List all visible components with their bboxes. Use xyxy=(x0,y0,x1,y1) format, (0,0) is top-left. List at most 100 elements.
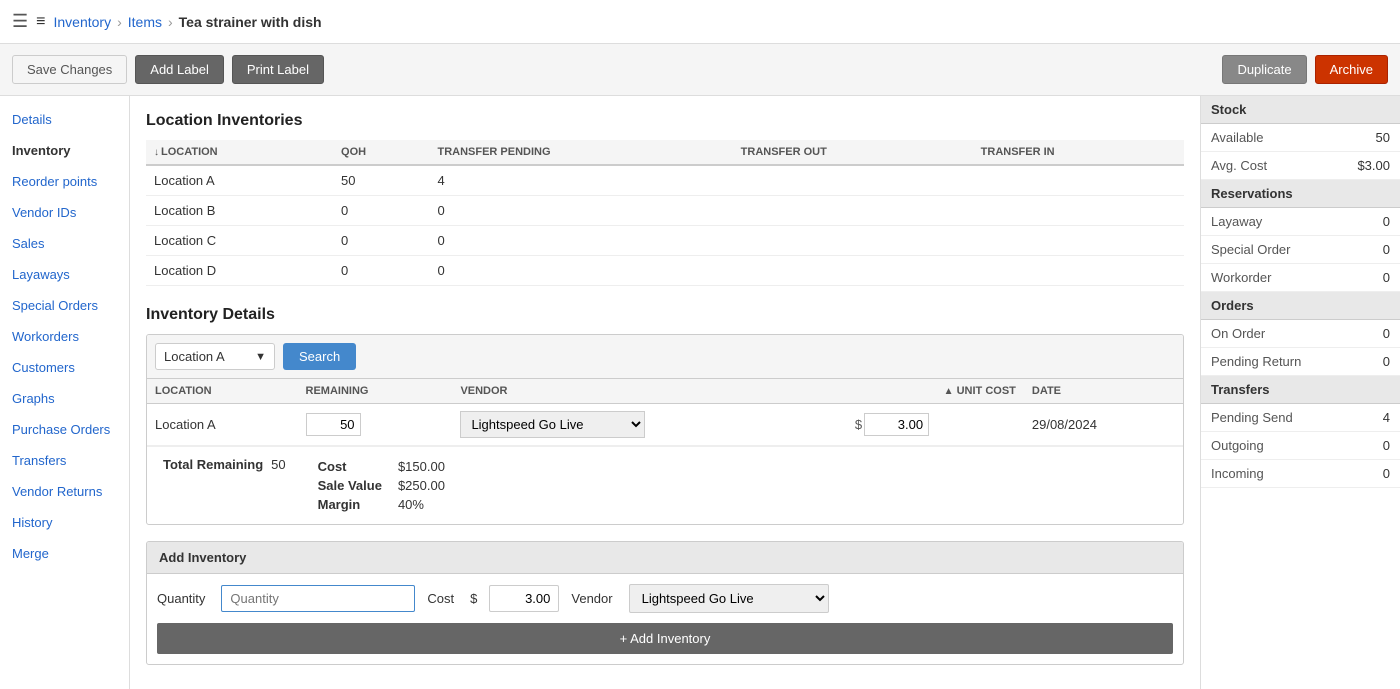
main-layout: Details Inventory Reorder points Vendor … xyxy=(0,96,1400,689)
vendor-select[interactable]: Lightspeed Go Live xyxy=(460,411,645,438)
add-inventory-header: Add Inventory xyxy=(147,542,1183,574)
row-ti-c xyxy=(973,226,1184,256)
row-qoh-a: 50 xyxy=(333,165,429,196)
sidebar-item-merge[interactable]: Merge xyxy=(0,538,129,569)
table-row: Location D 0 0 xyxy=(146,256,1184,286)
total-remaining-label: Total Remaining xyxy=(163,457,263,472)
sale-value-value: $250.00 xyxy=(398,476,445,495)
stock-header: Stock xyxy=(1201,96,1400,124)
row-location-d: Location D xyxy=(146,256,333,286)
quantity-label: Quantity xyxy=(157,591,205,606)
pending-send-label: Pending Send xyxy=(1211,410,1293,425)
margin-label: Margin xyxy=(318,495,398,514)
layaway-value: 0 xyxy=(1383,214,1390,229)
add-inventory-body: Quantity Cost $ Vendor Lightspeed Go Liv… xyxy=(147,574,1183,623)
avg-cost-label: Avg. Cost xyxy=(1211,158,1267,173)
detail-vendor: Lightspeed Go Live xyxy=(452,404,846,446)
workorder-row: Workorder 0 xyxy=(1201,264,1400,292)
row-location-a: Location A xyxy=(146,165,333,196)
outgoing-value: 0 xyxy=(1383,438,1390,453)
detail-col-unit-cost: ▲ UNIT COST xyxy=(847,379,1024,404)
cost-value: $150.00 xyxy=(398,457,445,476)
on-order-row: On Order 0 xyxy=(1201,320,1400,348)
table-row: Location C 0 0 xyxy=(146,226,1184,256)
menu-icon[interactable]: ☰ xyxy=(12,11,28,32)
col-transfer-in: TRANSFER IN xyxy=(973,140,1184,165)
cost-label: Cost xyxy=(318,457,398,476)
print-label-button[interactable]: Print Label xyxy=(232,55,324,84)
search-button[interactable]: Search xyxy=(283,343,356,370)
sale-value-label: Sale Value xyxy=(318,476,398,495)
sidebar-item-special-orders[interactable]: Special Orders xyxy=(0,290,129,321)
transfers-header: Transfers xyxy=(1201,376,1400,404)
sidebar-item-graphs[interactable]: Graphs xyxy=(0,383,129,414)
sidebar-item-layaways[interactable]: Layaways xyxy=(0,259,129,290)
table-row: Location B 0 0 xyxy=(146,196,1184,226)
row-ti-b xyxy=(973,196,1184,226)
breadcrumb-items[interactable]: Items xyxy=(128,14,162,30)
row-ti-a xyxy=(973,165,1184,196)
breadcrumb-inventory[interactable]: Inventory xyxy=(53,14,111,30)
inventory-details-section: Location A ▼ Search LOCATION REMAINING V… xyxy=(146,334,1184,525)
add-inventory-section: Add Inventory Quantity Cost $ Vendor Lig… xyxy=(146,541,1184,665)
pending-return-label: Pending Return xyxy=(1211,354,1301,369)
sidebar-item-inventory[interactable]: Inventory xyxy=(0,135,129,166)
vendor-select-add[interactable]: Lightspeed Go Live xyxy=(629,584,829,613)
total-remaining-value: 50 xyxy=(271,457,285,472)
sidebar-item-workorders[interactable]: Workorders xyxy=(0,321,129,352)
sidebar-item-purchase-orders[interactable]: Purchase Orders xyxy=(0,414,129,445)
row-ti-d xyxy=(973,256,1184,286)
detail-col-date: DATE xyxy=(1024,379,1183,404)
save-changes-button[interactable]: Save Changes xyxy=(12,55,127,84)
row-tp-c: 0 xyxy=(429,226,732,256)
sidebar-item-details[interactable]: Details xyxy=(0,104,129,135)
detail-table-row: Location A Lightspeed Go Live $ xyxy=(147,404,1183,446)
col-transfer-pending: TRANSFER PENDING xyxy=(429,140,732,165)
sidebar-item-vendor-ids[interactable]: Vendor IDs xyxy=(0,197,129,228)
location-dropdown[interactable]: Location A ▼ xyxy=(155,343,275,370)
row-qoh-c: 0 xyxy=(333,226,429,256)
add-label-button[interactable]: Add Label xyxy=(135,55,224,84)
remaining-input[interactable] xyxy=(306,413,361,436)
incoming-value: 0 xyxy=(1383,466,1390,481)
detail-col-vendor: VENDOR xyxy=(452,379,846,404)
quantity-input[interactable] xyxy=(221,585,415,612)
dollar-sign: $ xyxy=(855,417,862,432)
special-order-row: Special Order 0 xyxy=(1201,236,1400,264)
workorder-value: 0 xyxy=(1383,270,1390,285)
archive-button[interactable]: Archive xyxy=(1315,55,1388,84)
col-transfer-out: TRANSFER OUT xyxy=(733,140,973,165)
available-row: Available 50 xyxy=(1201,124,1400,152)
row-to-b xyxy=(733,196,973,226)
special-order-value: 0 xyxy=(1383,242,1390,257)
action-bar-right: Duplicate Archive xyxy=(1222,55,1388,84)
detail-unit-cost: $ xyxy=(847,404,1024,446)
add-inventory-button[interactable]: + Add Inventory xyxy=(157,623,1173,654)
location-inventories-table: ↓LOCATION QOH TRANSFER PENDING TRANSFER … xyxy=(146,140,1184,286)
sidebar-item-transfers[interactable]: Transfers xyxy=(0,445,129,476)
sidebar-item-vendor-returns[interactable]: Vendor Returns xyxy=(0,476,129,507)
sidebar-item-history[interactable]: History xyxy=(0,507,129,538)
nav-icon: ≡ xyxy=(36,13,45,31)
content-area: Location Inventories ↓LOCATION QOH TRANS… xyxy=(130,96,1200,689)
col-location: ↓LOCATION xyxy=(146,140,333,165)
inventory-details-heading: Inventory Details xyxy=(146,306,1184,324)
special-order-label: Special Order xyxy=(1211,242,1290,257)
layaway-label: Layaway xyxy=(1211,214,1262,229)
location-inventories-heading: Location Inventories xyxy=(146,112,1184,130)
row-to-d xyxy=(733,256,973,286)
row-location-c: Location C xyxy=(146,226,333,256)
workorder-label: Workorder xyxy=(1211,270,1271,285)
on-order-label: On Order xyxy=(1211,326,1265,341)
summary-table: Cost $150.00 Sale Value $250.00 Margin 4… xyxy=(318,457,445,514)
sidebar-item-customers[interactable]: Customers xyxy=(0,352,129,383)
row-location-b: Location B xyxy=(146,196,333,226)
breadcrumb-current: Tea strainer with dish xyxy=(179,14,322,30)
sidebar-item-sales[interactable]: Sales xyxy=(0,228,129,259)
details-table: LOCATION REMAINING VENDOR ▲ UNIT COST DA… xyxy=(147,379,1183,446)
incoming-row: Incoming 0 xyxy=(1201,460,1400,488)
duplicate-button[interactable]: Duplicate xyxy=(1222,55,1306,84)
sidebar-item-reorder-points[interactable]: Reorder points xyxy=(0,166,129,197)
cost-input-add[interactable] xyxy=(489,585,559,612)
unit-cost-input[interactable] xyxy=(864,413,929,436)
